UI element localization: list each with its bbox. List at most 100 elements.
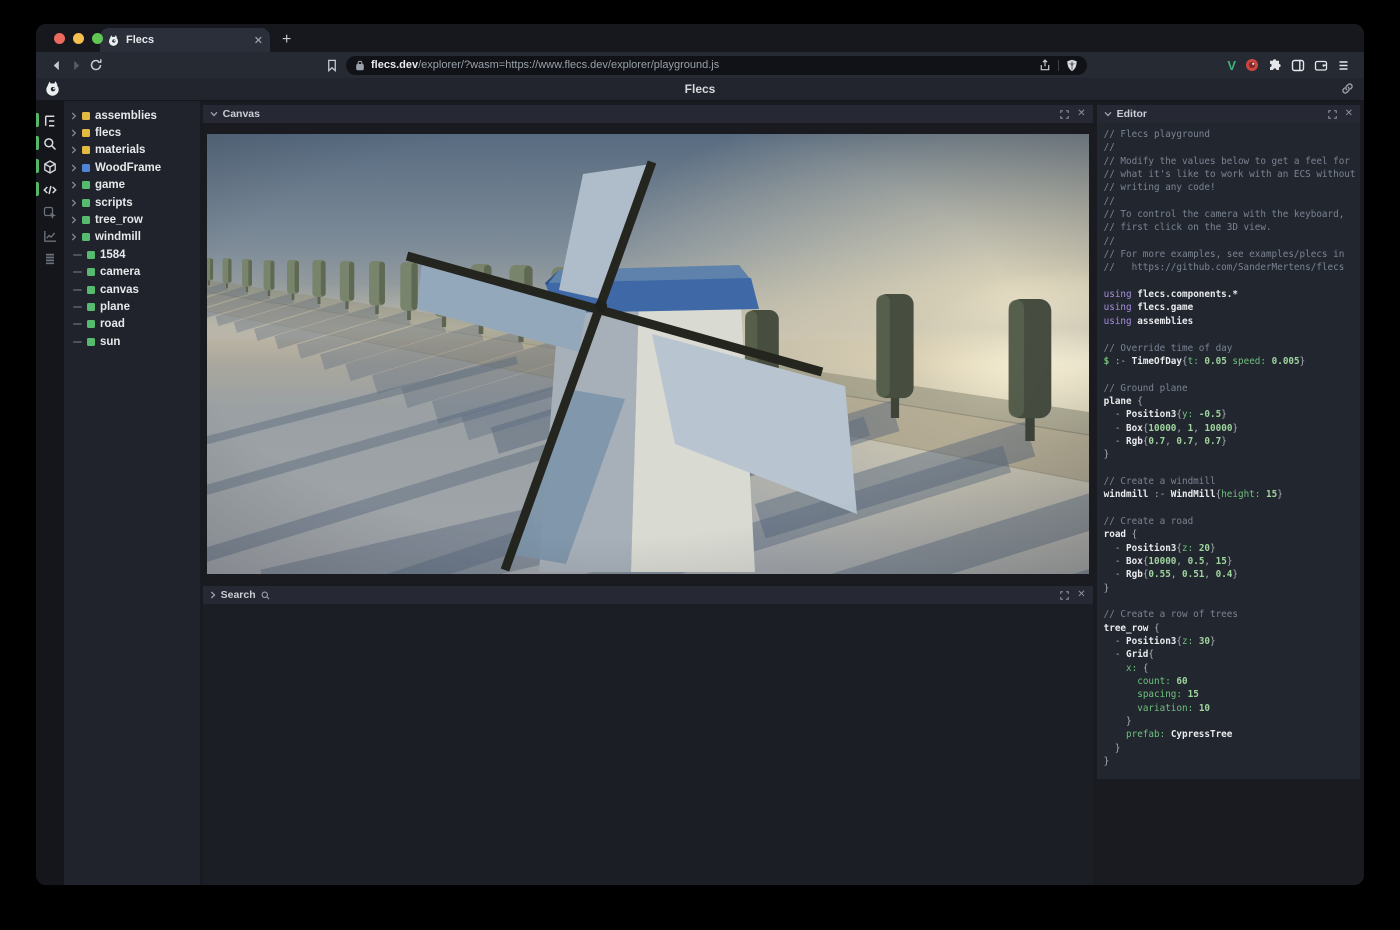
entity-color-square bbox=[82, 112, 90, 120]
code-line: // Ground plane bbox=[1104, 382, 1360, 395]
url-bar[interactable]: flecs.dev/explorer/?wasm=https://www.fle… bbox=[346, 56, 1087, 75]
leaf-dash bbox=[73, 254, 82, 256]
shield-icon[interactable] bbox=[1066, 59, 1078, 72]
code-line bbox=[1104, 328, 1360, 341]
tree-item-road[interactable]: road bbox=[64, 316, 200, 333]
minimize-window-button[interactable] bbox=[73, 33, 84, 44]
back-button[interactable] bbox=[46, 55, 66, 75]
tree-item-scripts[interactable]: scripts bbox=[64, 194, 200, 211]
close-window-button[interactable] bbox=[54, 33, 65, 44]
tree-item-plane[interactable]: plane bbox=[64, 298, 200, 315]
code-line: x: { bbox=[1104, 662, 1360, 675]
tab-close-icon[interactable]: ✕ bbox=[254, 34, 263, 47]
code-line: } bbox=[1104, 715, 1360, 728]
code-line: } bbox=[1104, 448, 1360, 461]
fullscreen-icon[interactable] bbox=[1060, 591, 1069, 600]
tree-item-label: plane bbox=[100, 301, 130, 313]
reload-button[interactable] bbox=[86, 55, 106, 75]
close-panel-icon[interactable]: ✕ bbox=[1345, 109, 1353, 119]
tree-item-flecs[interactable]: flecs bbox=[64, 124, 200, 141]
code-line: // writing any code! bbox=[1104, 181, 1360, 194]
tree-item-game[interactable]: game bbox=[64, 177, 200, 194]
logs-icon[interactable] bbox=[36, 247, 64, 270]
entity-color-square bbox=[82, 199, 90, 207]
search-panel-header[interactable]: Search ✕ bbox=[203, 586, 1093, 604]
entity-color-square bbox=[82, 129, 90, 137]
tree-item-assemblies[interactable]: assemblies bbox=[64, 107, 200, 124]
tree-item-materials[interactable]: materials bbox=[64, 142, 200, 159]
leaf-dash bbox=[73, 289, 82, 291]
entity-color-square bbox=[82, 146, 90, 154]
editor-panel-header[interactable]: Editor ✕ bbox=[1097, 105, 1360, 123]
code-line: - Rgb{0.7, 0.7, 0.7} bbox=[1104, 435, 1360, 448]
tab-favicon-flecs-logo-icon bbox=[107, 34, 120, 47]
expand-chevron-icon[interactable] bbox=[71, 129, 77, 137]
entity-color-square bbox=[82, 181, 90, 189]
bookmark-icon[interactable] bbox=[322, 55, 342, 75]
tree-item-1584[interactable]: 1584 bbox=[64, 246, 200, 263]
tree-item-canvas[interactable]: canvas bbox=[64, 281, 200, 298]
adblock-icon[interactable] bbox=[1245, 58, 1259, 72]
expand-chevron-icon[interactable] bbox=[71, 164, 77, 172]
tree-item-tree_row[interactable]: tree_row bbox=[64, 211, 200, 228]
tree-item-label: tree_row bbox=[95, 214, 143, 226]
sidebar-toggle-icon[interactable] bbox=[1291, 59, 1305, 72]
new-tab-button[interactable]: + bbox=[282, 31, 291, 49]
tab-flecs[interactable]: Flecs ✕ bbox=[100, 28, 270, 52]
code-line: - Position3{y: -0.5} bbox=[1104, 408, 1360, 421]
entity-color-square bbox=[87, 303, 95, 311]
code-line bbox=[1104, 595, 1360, 608]
fullscreen-icon[interactable] bbox=[1328, 110, 1337, 119]
entity-tree-icon[interactable] bbox=[36, 109, 64, 132]
code-line: // bbox=[1104, 195, 1360, 208]
inspector-icon[interactable] bbox=[36, 201, 64, 224]
tree-item-label: game bbox=[95, 179, 125, 191]
entity-color-square bbox=[87, 268, 95, 276]
code-line: } bbox=[1104, 755, 1360, 768]
code-line: // first click on the 3D view. bbox=[1104, 221, 1360, 234]
expand-chevron-icon[interactable] bbox=[71, 233, 77, 241]
expand-chevron-icon[interactable] bbox=[71, 181, 77, 189]
expand-chevron-icon[interactable] bbox=[71, 112, 77, 120]
tree-item-windmill[interactable]: windmill bbox=[64, 229, 200, 246]
wallet-icon[interactable] bbox=[1314, 59, 1328, 72]
zoom-window-button[interactable] bbox=[92, 33, 103, 44]
tree-item-label: scripts bbox=[95, 197, 133, 209]
tab-strip: Flecs ✕ + bbox=[36, 24, 1364, 52]
tree-item-label: road bbox=[100, 318, 125, 330]
code-line: spacing: 15 bbox=[1104, 688, 1360, 701]
tree-item-WoodFrame[interactable]: WoodFrame bbox=[64, 159, 200, 176]
search-results-area bbox=[203, 604, 1093, 885]
code-line: // Create a windmill bbox=[1104, 475, 1360, 488]
extensions-icon[interactable] bbox=[1268, 58, 1282, 72]
code-line: // what it's like to work with an ECS wi… bbox=[1104, 168, 1360, 181]
leaf-dash bbox=[73, 341, 82, 343]
tree-item-camera[interactable]: camera bbox=[64, 264, 200, 281]
code-line: count: 60 bbox=[1104, 675, 1360, 688]
stats-chart-icon[interactable] bbox=[36, 224, 64, 247]
tree-item-sun[interactable]: sun bbox=[64, 333, 200, 350]
search-icon[interactable] bbox=[36, 132, 64, 155]
expand-chevron-icon[interactable] bbox=[71, 146, 77, 154]
3d-canvas[interactable] bbox=[207, 134, 1089, 574]
expand-chevron-icon[interactable] bbox=[71, 199, 77, 207]
code-line bbox=[1104, 502, 1360, 515]
leaf-dash bbox=[73, 306, 82, 308]
code-editor[interactable]: // Flecs playground//// Modify the value… bbox=[1097, 123, 1360, 779]
fullscreen-icon[interactable] bbox=[1060, 110, 1069, 119]
close-panel-icon[interactable]: ✕ bbox=[1077, 109, 1085, 119]
scene-cube-icon[interactable] bbox=[36, 155, 64, 178]
share-icon[interactable] bbox=[1039, 59, 1051, 72]
traffic-lights bbox=[54, 33, 103, 44]
vue-devtools-icon[interactable]: V bbox=[1227, 58, 1236, 73]
forward-button[interactable] bbox=[66, 55, 86, 75]
code-line: road { bbox=[1104, 528, 1360, 541]
share-link-icon[interactable] bbox=[1341, 82, 1354, 95]
close-panel-icon[interactable]: ✕ bbox=[1077, 590, 1085, 600]
entity-color-square bbox=[87, 251, 95, 259]
menu-icon[interactable] bbox=[1337, 59, 1350, 72]
url-path: /explorer/?wasm=https://www.flecs.dev/ex… bbox=[418, 59, 719, 71]
code-icon[interactable] bbox=[36, 178, 64, 201]
expand-chevron-icon[interactable] bbox=[71, 216, 77, 224]
canvas-panel-header[interactable]: Canvas ✕ bbox=[203, 105, 1093, 123]
